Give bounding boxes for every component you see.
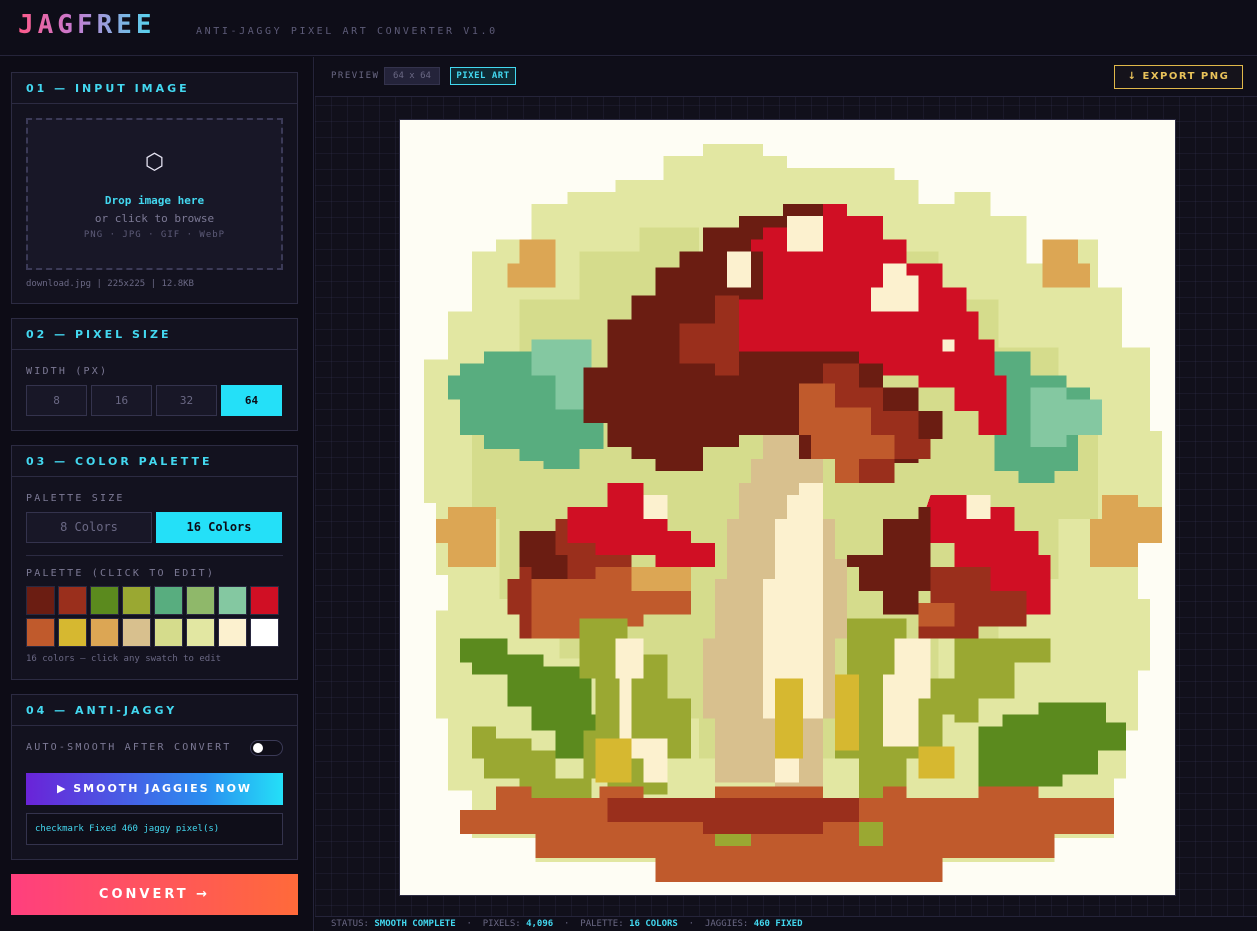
divider	[26, 555, 283, 556]
jaggies-value: 460 FIXED	[753, 919, 803, 929]
panel-title: 01 — INPUT IMAGE	[12, 73, 297, 104]
auto-smooth-toggle[interactable]	[250, 740, 283, 756]
app-logo: JAGFREE	[18, 10, 156, 40]
dimensions-badge: 64 x 64	[384, 67, 440, 85]
palette-swatch-10[interactable]	[58, 618, 87, 647]
toggle-knob	[253, 743, 263, 753]
smooth-log: checkmark Fixed 460 jaggy pixel(s)	[26, 813, 283, 845]
palette-label: PALETTE:	[580, 919, 624, 929]
status-bar: STATUS: SMOOTH COMPLETE · PIXELS: 4,096 …	[315, 916, 1257, 931]
width-label: WIDTH (PX)	[26, 366, 109, 377]
pixel-size-16-button[interactable]: 16	[91, 385, 152, 416]
hexagon-icon: ⬡	[144, 150, 165, 175]
palette-swatch-8[interactable]	[250, 586, 279, 615]
palette-16-colors-button[interactable]: 16 Colors	[156, 512, 282, 543]
panel-title: 03 — COLOR PALETTE	[12, 446, 297, 477]
anti-jaggy-panel: 04 — ANTI-JAGGY AUTO-SMOOTH AFTER CONVER…	[11, 694, 298, 860]
palette-swatch-9[interactable]	[26, 618, 55, 647]
palette-swatch-14[interactable]	[186, 618, 215, 647]
image-dropzone[interactable]: ⬡ Drop image here or click to browse PNG…	[26, 118, 283, 270]
format-list: PNG · JPG · GIF · WebP	[83, 230, 226, 240]
pixel-size-options: 8 16 32 64	[26, 385, 282, 416]
palette-swatch-4[interactable]	[122, 586, 151, 615]
status-value: SMOOTH COMPLETE	[374, 919, 456, 929]
palette-swatch-1[interactable]	[26, 586, 55, 615]
file-info: download.jpg | 225x225 | 12.8KB	[26, 279, 194, 289]
app-subtitle: ANTI-JAGGY PIXEL ART CONVERTER V1.0	[196, 26, 498, 37]
palette-swatch-12[interactable]	[122, 618, 151, 647]
status-label: STATUS:	[331, 919, 369, 929]
pixels-label: PIXELS:	[482, 919, 521, 929]
palette-swatch-2[interactable]	[58, 586, 87, 615]
pixel-size-32-button[interactable]: 32	[156, 385, 217, 416]
sidebar: 01 — INPUT IMAGE ⬡ Drop image here or cl…	[0, 57, 314, 931]
palette-size-options: 8 Colors 16 Colors	[26, 512, 282, 543]
pixels-value: 4,096	[526, 919, 554, 929]
palette-size-label: PALETTE SIZE	[26, 493, 125, 504]
auto-smooth-label: AUTO-SMOOTH AFTER CONVERT	[26, 742, 232, 753]
browse-text: or click to browse	[94, 212, 215, 225]
palette-swatch-16[interactable]	[250, 618, 279, 647]
mode-badge: PIXEL ART	[450, 67, 516, 85]
palette-swatch-15[interactable]	[218, 618, 247, 647]
palette-swatches	[26, 586, 279, 647]
preview-label: PREVIEW	[331, 71, 380, 81]
palette-swatch-6[interactable]	[186, 586, 215, 615]
pixel-size-64-button[interactable]: 64	[221, 385, 282, 416]
app-header: JAGFREE ANTI-JAGGY PIXEL ART CONVERTER V…	[0, 0, 1257, 56]
color-palette-panel: 03 — COLOR PALETTE PALETTE SIZE 8 Colors…	[11, 445, 298, 680]
palette-note: 16 colors — click any swatch to edit	[26, 654, 222, 664]
palette-edit-label: PALETTE (CLICK TO EDIT)	[26, 568, 216, 579]
panel-title: 02 — PIXEL SIZE	[12, 319, 297, 350]
palette-swatch-3[interactable]	[90, 586, 119, 615]
export-png-button[interactable]: ↓ EXPORT PNG	[1114, 65, 1243, 89]
palette-swatch-11[interactable]	[90, 618, 119, 647]
palette-swatch-13[interactable]	[154, 618, 183, 647]
palette-swatch-5[interactable]	[154, 586, 183, 615]
mushroom-pixel-art	[400, 120, 1175, 895]
jaggies-label: JAGGIES:	[704, 919, 749, 929]
palette-8-colors-button[interactable]: 8 Colors	[26, 512, 152, 543]
panel-title: 04 — ANTI-JAGGY	[12, 695, 297, 726]
smooth-jaggies-button[interactable]: ▶ SMOOTH JAGGIES NOW	[26, 773, 283, 805]
palette-swatch-7[interactable]	[218, 586, 247, 615]
pixel-art-canvas[interactable]	[399, 119, 1176, 896]
pixel-size-8-button[interactable]: 8	[26, 385, 87, 416]
preview-toolbar: PREVIEW 64 x 64 PIXEL ART ↓ EXPORT PNG	[315, 57, 1257, 97]
input-image-panel: 01 — INPUT IMAGE ⬡ Drop image here or cl…	[11, 72, 298, 304]
drop-text: Drop image here	[104, 194, 205, 207]
palette-value: 16 COLORS	[629, 919, 678, 929]
convert-button[interactable]: CONVERT →	[11, 874, 298, 915]
preview-area: PREVIEW 64 x 64 PIXEL ART ↓ EXPORT PNG S…	[315, 57, 1257, 931]
pixel-size-panel: 02 — PIXEL SIZE WIDTH (PX) 8 16 32 64	[11, 318, 298, 431]
